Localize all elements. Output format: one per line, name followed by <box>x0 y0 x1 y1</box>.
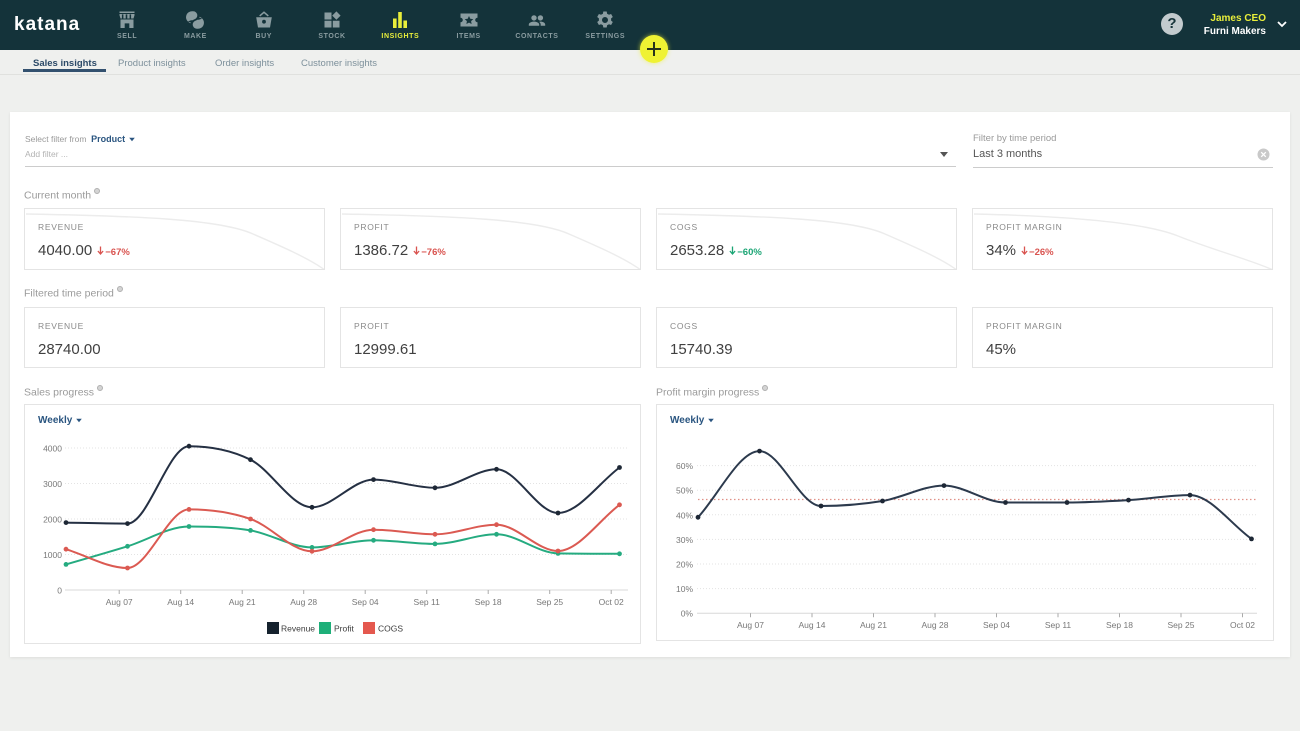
svg-text:Profit: Profit <box>334 624 354 634</box>
svg-text:40%: 40% <box>676 510 693 520</box>
svg-text:3000: 3000 <box>43 479 62 489</box>
svg-text:Sep 25: Sep 25 <box>1168 620 1195 630</box>
svg-text:Aug 21: Aug 21 <box>229 597 256 607</box>
svg-text:Sep 04: Sep 04 <box>983 620 1010 630</box>
svg-text:30%: 30% <box>676 535 693 545</box>
svg-text:50%: 50% <box>676 486 693 496</box>
svg-text:10%: 10% <box>676 584 693 594</box>
svg-text:Aug 21: Aug 21 <box>860 620 887 630</box>
svg-text:0%: 0% <box>681 609 694 619</box>
svg-text:Sep 18: Sep 18 <box>475 597 502 607</box>
svg-text:Sep 25: Sep 25 <box>536 597 563 607</box>
svg-text:60%: 60% <box>676 461 693 471</box>
svg-text:Oct 02: Oct 02 <box>1230 620 1255 630</box>
svg-text:0: 0 <box>57 586 62 596</box>
svg-text:Aug 07: Aug 07 <box>737 620 764 630</box>
svg-text:Sep 18: Sep 18 <box>1106 620 1133 630</box>
svg-text:COGS: COGS <box>378 624 403 634</box>
svg-text:1000: 1000 <box>43 550 62 560</box>
svg-text:Aug 14: Aug 14 <box>799 620 826 630</box>
svg-text:20%: 20% <box>676 560 693 570</box>
svg-text:Sep 04: Sep 04 <box>352 597 379 607</box>
svg-text:Aug 28: Aug 28 <box>290 597 317 607</box>
svg-text:Aug 14: Aug 14 <box>167 597 194 607</box>
svg-text:Sep 11: Sep 11 <box>1045 620 1072 630</box>
svg-text:2000: 2000 <box>43 515 62 525</box>
svg-text:Oct 02: Oct 02 <box>599 597 624 607</box>
svg-text:Aug 07: Aug 07 <box>106 597 133 607</box>
svg-text:4000: 4000 <box>43 444 62 454</box>
svg-text:Aug 28: Aug 28 <box>922 620 949 630</box>
svg-text:Sep 11: Sep 11 <box>414 597 441 607</box>
svg-text:Revenue: Revenue <box>281 624 315 634</box>
